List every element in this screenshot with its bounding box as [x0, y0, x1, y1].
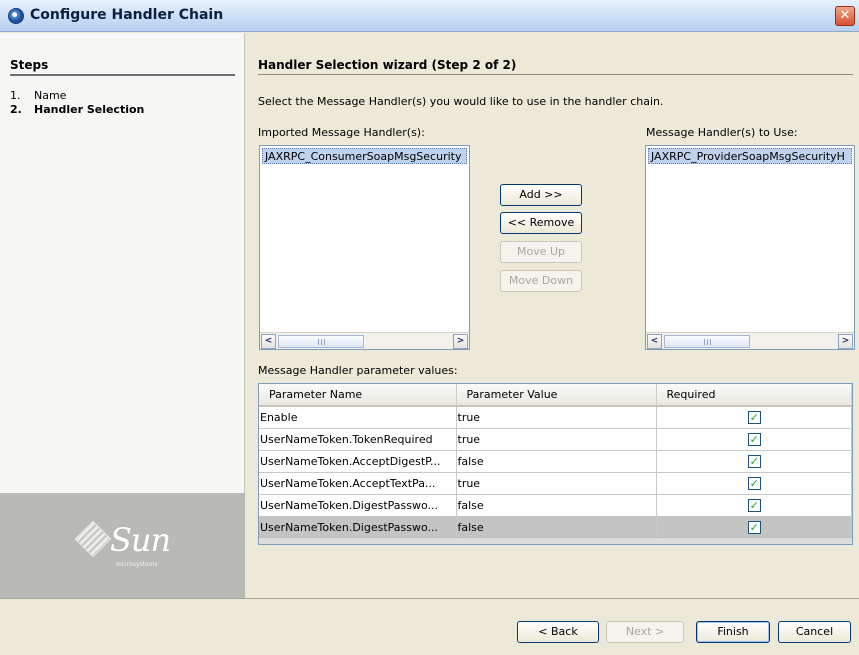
window-title: Configure Handler Chain — [30, 7, 224, 23]
wizard-footer: < Back Next > Finish Cancel — [0, 598, 859, 655]
add-button[interactable]: Add >> — [500, 184, 582, 206]
wizard-heading: Handler Selection wizard (Step 2 of 2) — [258, 58, 517, 72]
step-label: Handler Selection — [34, 103, 145, 116]
move-down-button[interactable]: Move Down — [500, 270, 582, 292]
heading-divider — [258, 74, 853, 75]
parameter-value-cell[interactable]: false — [456, 494, 657, 517]
scroll-left-icon[interactable]: < — [261, 334, 276, 349]
step-number: 1. — [10, 89, 21, 102]
check-icon[interactable]: ✓ — [747, 410, 761, 424]
handlers-to-use-label: Message Handler(s) to Use: — [646, 126, 798, 139]
sun-logo-icon — [74, 520, 112, 558]
sun-logo-text: Sun — [110, 521, 171, 559]
cancel-button[interactable]: Cancel — [778, 621, 851, 643]
close-icon[interactable]: ✕ — [835, 6, 855, 26]
move-up-button[interactable]: Move Up — [500, 241, 582, 263]
imported-handlers-label: Imported Message Handler(s): — [258, 126, 425, 139]
table-header-row: Parameter Name Parameter Value Required — [259, 384, 852, 407]
horizontal-scrollbar[interactable]: < > — [646, 332, 854, 349]
list-item[interactable]: JAXRPC_ProviderSoapMsgSecurityH — [648, 148, 852, 164]
remove-button[interactable]: << Remove — [500, 212, 582, 234]
back-button[interactable]: < Back — [517, 621, 599, 643]
step-item-handler-selection: 2. Handler Selection — [10, 103, 144, 116]
step-number: 2. — [10, 103, 22, 116]
wizard-content: Handler Selection wizard (Step 2 of 2) S… — [246, 33, 859, 598]
parameter-name-cell[interactable]: UserNameToken.AcceptDigestP... — [259, 450, 457, 473]
parameter-value-cell[interactable]: true — [456, 472, 657, 495]
parameter-value-cell[interactable]: true — [456, 406, 657, 429]
required-cell[interactable]: ✓ — [656, 406, 852, 429]
required-cell[interactable]: ✓ — [656, 428, 852, 451]
finish-button[interactable]: Finish — [696, 621, 770, 643]
scroll-thumb[interactable] — [278, 335, 364, 348]
check-icon[interactable]: ✓ — [747, 476, 761, 490]
check-icon[interactable]: ✓ — [747, 520, 761, 534]
table-row[interactable]: UserNameToken.AcceptDigestP... false ✓ — [259, 450, 852, 473]
step-label: Name — [34, 89, 67, 102]
parameter-value-cell[interactable]: false — [456, 450, 657, 473]
required-cell[interactable]: ✓ — [656, 516, 852, 539]
parameter-name-cell[interactable]: UserNameToken.AcceptTextPa... — [259, 472, 457, 495]
required-cell[interactable]: ✓ — [656, 494, 852, 517]
table-row[interactable]: UserNameToken.AcceptTextPa... true ✓ — [259, 472, 852, 495]
step-item-name: 1. Name — [10, 89, 66, 102]
sun-logo-panel: Sun microsystems — [0, 493, 245, 598]
sun-logo-subtext: microsystems — [116, 561, 158, 568]
table-row[interactable]: Enable true ✓ — [259, 406, 852, 429]
title-bar: Configure Handler Chain ✕ — [0, 0, 859, 32]
table-row[interactable]: UserNameToken.DigestPasswo... false ✓ — [259, 494, 852, 517]
scroll-right-icon[interactable]: > — [838, 334, 853, 349]
parameter-name-cell[interactable]: UserNameToken.DigestPasswo... — [259, 494, 457, 517]
parameter-name-cell[interactable]: UserNameToken.DigestPasswo... — [259, 516, 457, 539]
scroll-left-icon[interactable]: < — [647, 334, 662, 349]
parameter-values-label: Message Handler parameter values: — [258, 364, 458, 377]
parameter-table[interactable]: Parameter Name Parameter Value Required … — [258, 383, 853, 545]
scroll-right-icon[interactable]: > — [453, 334, 468, 349]
required-cell[interactable]: ✓ — [656, 472, 852, 495]
imported-handlers-list[interactable]: JAXRPC_ConsumerSoapMsgSecurity < > — [259, 145, 470, 350]
parameter-value-cell[interactable]: true — [456, 428, 657, 451]
list-item[interactable]: JAXRPC_ConsumerSoapMsgSecurity — [262, 148, 467, 164]
check-icon[interactable]: ✓ — [747, 432, 761, 446]
steps-panel: Steps 1. Name 2. Handler Selection Sun mic… — [0, 33, 245, 598]
check-icon[interactable]: ✓ — [747, 498, 761, 512]
required-cell[interactable]: ✓ — [656, 450, 852, 473]
handlers-to-use-list[interactable]: JAXRPC_ProviderSoapMsgSecurityH < > — [645, 145, 855, 350]
parameter-name-cell[interactable]: UserNameToken.TokenRequired — [259, 428, 457, 451]
column-header-parameter-name[interactable]: Parameter Name — [259, 384, 457, 407]
horizontal-scrollbar[interactable]: < > — [260, 332, 469, 349]
table-footer-strip — [259, 537, 852, 544]
check-icon[interactable]: ✓ — [747, 454, 761, 468]
next-button[interactable]: Next > — [606, 621, 684, 643]
scroll-thumb[interactable] — [664, 335, 750, 348]
parameter-name-cell[interactable]: Enable — [259, 406, 457, 429]
window-icon — [8, 8, 24, 24]
column-header-required[interactable]: Required — [656, 384, 852, 407]
steps-divider — [10, 74, 235, 76]
wizard-instruction: Select the Message Handler(s) you would … — [258, 95, 664, 108]
table-row[interactable]: UserNameToken.TokenRequired true ✓ — [259, 428, 852, 451]
table-row-selected[interactable]: UserNameToken.DigestPasswo... false ✓ — [259, 516, 852, 539]
column-header-parameter-value[interactable]: Parameter Value — [456, 384, 657, 407]
parameter-value-cell[interactable]: false — [456, 516, 657, 539]
steps-title: Steps — [10, 58, 49, 72]
